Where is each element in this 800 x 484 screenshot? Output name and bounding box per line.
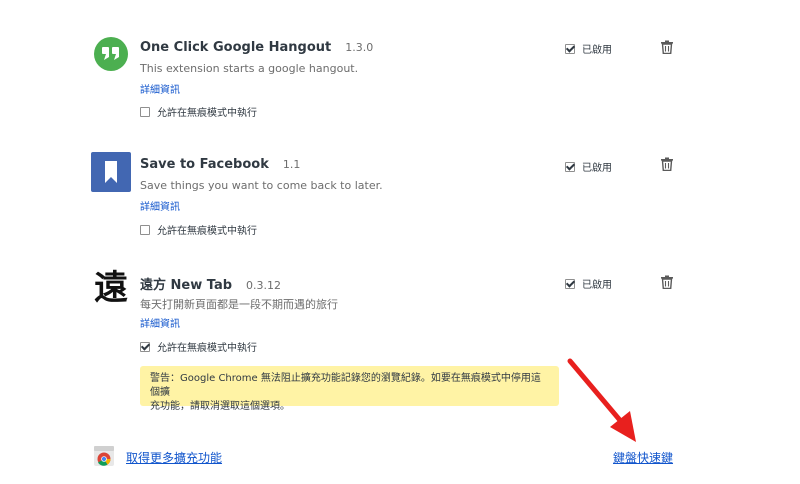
enabled-checkbox[interactable] — [565, 278, 575, 289]
chrome-web-store-icon — [94, 446, 114, 466]
extension-version: 0.3.12 — [246, 279, 282, 292]
incognito-checkbox[interactable] — [140, 341, 150, 352]
incognito-toggle[interactable]: 允許在無痕模式中執行 — [140, 222, 257, 237]
enabled-checkbox[interactable] — [565, 43, 575, 54]
enabled-label: 已啟用 — [582, 163, 612, 174]
trash-icon[interactable] — [660, 157, 674, 171]
details-link[interactable]: 詳細資訊 — [140, 315, 180, 330]
extension-name: 遠方 New Tab — [140, 278, 233, 293]
extension-description: Save things you want to come back to lat… — [140, 179, 383, 192]
extension-title-row: Save to Facebook 1.1 — [140, 157, 300, 172]
enabled-label: 已啟用 — [582, 280, 612, 291]
details-link[interactable]: 詳細資訊 — [140, 81, 180, 96]
trash-icon[interactable] — [660, 40, 674, 54]
incognito-label: 允許在無痕模式中執行 — [157, 108, 257, 119]
extension-version: 1.1 — [282, 158, 301, 171]
hangouts-icon — [94, 37, 128, 71]
enabled-toggle[interactable]: 已啟用 — [565, 276, 612, 291]
extension-name: One Click Google Hangout — [140, 40, 332, 55]
details-link[interactable]: 詳細資訊 — [140, 198, 180, 213]
extension-description: This extension starts a google hangout. — [140, 62, 359, 75]
incognito-toggle[interactable]: 允許在無痕模式中執行 — [140, 339, 257, 354]
extension-title-row: 遠方 New Tab 0.3.12 — [140, 274, 281, 293]
warning-text-line-1: 警告：Google Chrome 無法阻止擴充功能記錄您的瀏覽紀錄。如要在無痕模… — [150, 373, 541, 398]
extension-description: 每天打開新頁面都是一段不期而遇的旅行 — [140, 298, 338, 311]
bookmark-icon — [91, 152, 131, 192]
keyboard-shortcuts-link[interactable]: 鍵盤快速鍵 — [613, 449, 673, 466]
enabled-toggle[interactable]: 已啟用 — [565, 41, 612, 56]
red-arrow-annotation — [567, 358, 636, 442]
incognito-label: 允許在無痕模式中執行 — [157, 226, 257, 237]
incognito-label: 允許在無痕模式中執行 — [157, 343, 257, 354]
trash-icon[interactable] — [660, 275, 674, 289]
enabled-toggle[interactable]: 已啟用 — [565, 159, 612, 174]
incognito-checkbox[interactable] — [140, 224, 150, 235]
enabled-checkbox[interactable] — [565, 161, 575, 172]
warning-text-line-2: 充功能，請取消選取這個選項。 — [150, 401, 290, 412]
extension-title-row: One Click Google Hangout 1.3.0 — [140, 40, 373, 55]
extension-version: 1.3.0 — [345, 41, 374, 54]
incognito-warning: 警告：Google Chrome 無法阻止擴充功能記錄您的瀏覽紀錄。如要在無痕模… — [140, 366, 559, 412]
enabled-label: 已啟用 — [582, 45, 612, 56]
extension-name: Save to Facebook — [140, 157, 269, 172]
incognito-toggle[interactable]: 允許在無痕模式中執行 — [140, 104, 257, 119]
incognito-checkbox[interactable] — [140, 106, 150, 117]
calligraphy-icon: 遠 — [94, 268, 128, 308]
get-more-extensions-link[interactable]: 取得更多擴充功能 — [126, 449, 222, 466]
